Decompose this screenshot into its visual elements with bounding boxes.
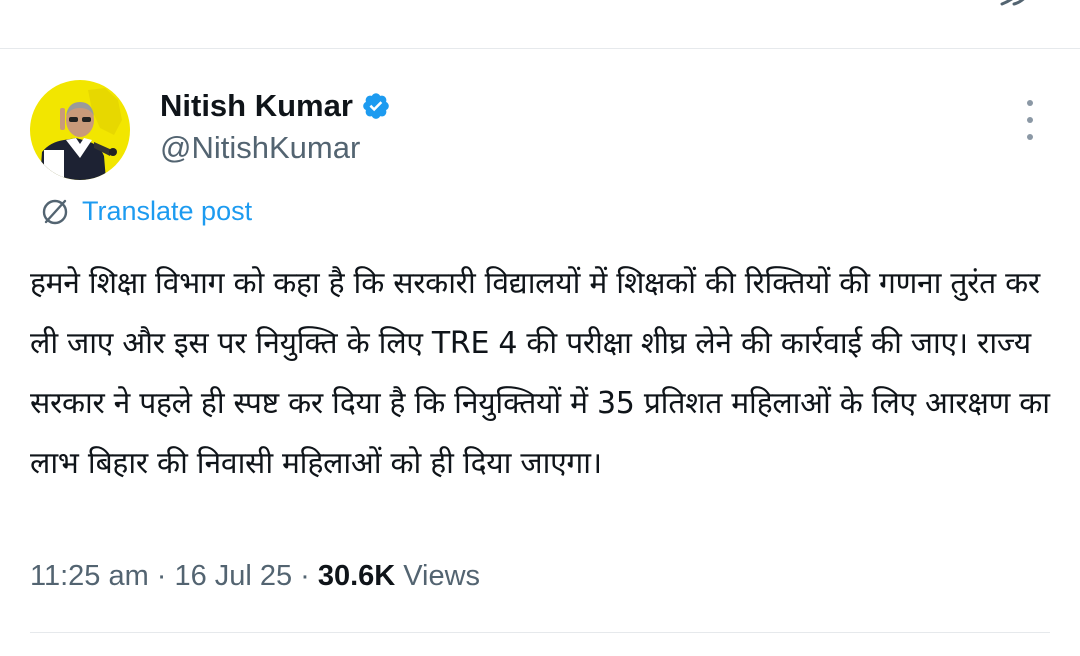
views-label: Views — [403, 560, 481, 592]
more-vertical-icon-dot — [1027, 117, 1033, 123]
avatar[interactable] — [30, 80, 130, 180]
avatar-photo — [30, 80, 130, 180]
translate-post-link[interactable]: Translate post — [40, 196, 252, 227]
verified-badge-icon — [363, 93, 389, 119]
partial-icon — [1000, 0, 1025, 6]
tweet-date[interactable]: 16 Jul 25 — [174, 560, 292, 593]
meta-separator: · — [300, 560, 310, 592]
more-vertical-icon-dot — [1027, 100, 1033, 106]
views-count[interactable]: 30.6K — [318, 560, 395, 593]
tweet-text: हमने शिक्षा विभाग को कहा है कि सरकारी वि… — [30, 266, 1050, 481]
translate-post-label: Translate post — [82, 196, 253, 226]
more-options-button[interactable] — [1018, 100, 1042, 140]
author-display-name[interactable]: Nitish Kumar — [160, 88, 353, 124]
tweet-time[interactable]: 11:25 am — [30, 560, 149, 593]
author-handle[interactable]: @NitishKumar — [160, 130, 360, 166]
bottom-divider — [30, 632, 1050, 633]
meta-separator: · — [156, 560, 167, 592]
tweet-meta: 11:25 am · 16 Jul 25 · 30.6K Views — [30, 560, 480, 593]
more-vertical-icon-dot — [1027, 134, 1033, 140]
author-name-row[interactable]: Nitish Kumar — [160, 88, 391, 124]
top-divider — [0, 48, 1080, 49]
translate-globe-icon — [42, 199, 68, 224]
